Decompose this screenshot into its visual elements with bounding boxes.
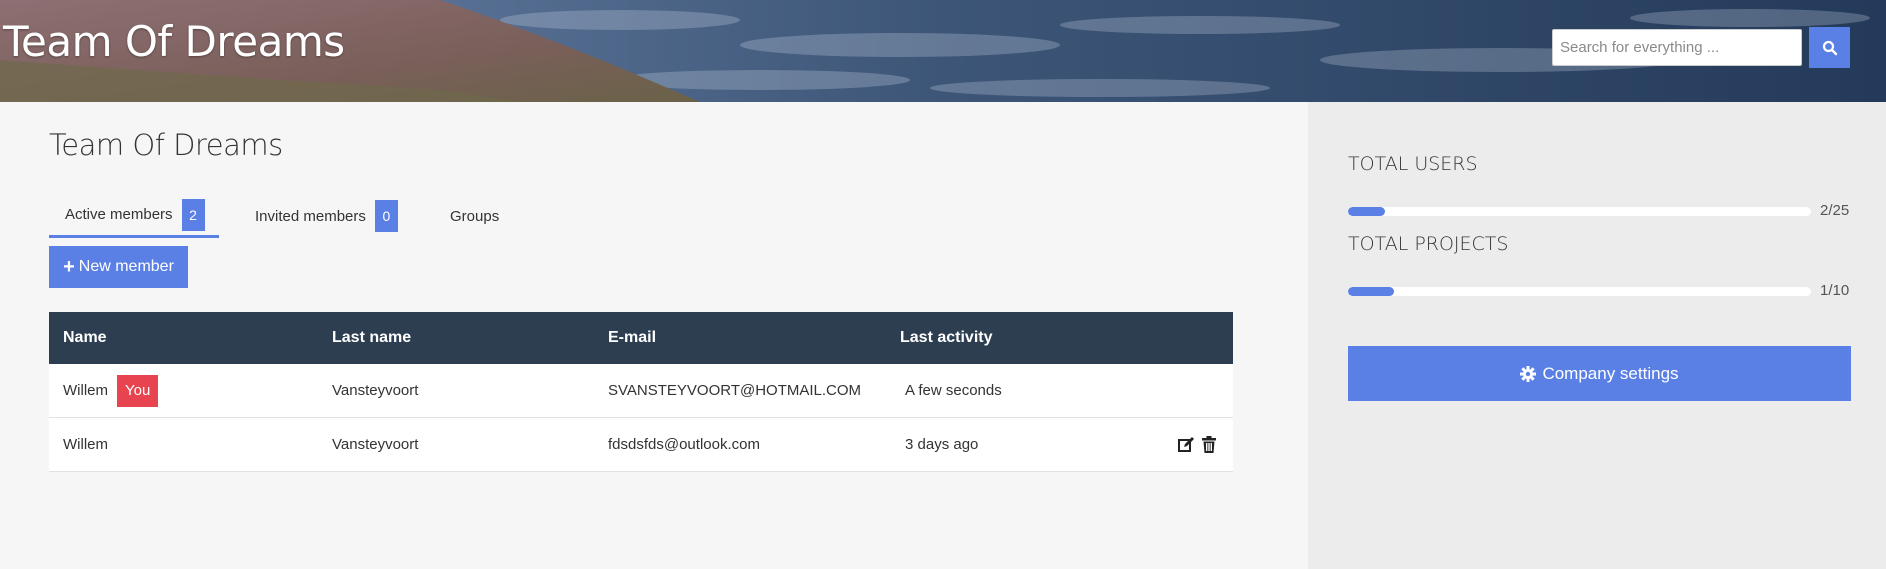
member-activity: A few seconds xyxy=(905,382,1002,399)
stats-sidebar: TOTAL USERS 2/25 TOTAL PROJECTS 1/10 Com… xyxy=(1308,102,1886,569)
main-content: Team Of Dreams Active members 2 Invited … xyxy=(0,102,1308,569)
header-last-name[interactable]: Last name xyxy=(332,312,411,364)
count-badge: 2 xyxy=(181,198,205,231)
projects-count: 1/10 xyxy=(1820,282,1850,299)
tab-label: Groups xyxy=(450,207,500,225)
member-last-name: Vansteyvoort xyxy=(332,436,419,453)
company-settings-label: Company settings xyxy=(1542,363,1679,383)
gear-icon xyxy=(1520,365,1537,382)
header-email[interactable]: E-mail xyxy=(608,312,656,364)
member-name: Willem xyxy=(63,382,108,399)
users-progress-bar xyxy=(1348,207,1811,216)
member-tabs: Active members 2 Invited members 0 Group… xyxy=(49,194,1229,238)
total-projects-title: TOTAL PROJECTS xyxy=(1348,233,1509,255)
member-email: SVANSTEYVOORT@HOTMAIL.COM xyxy=(608,382,862,399)
search-input[interactable] xyxy=(1552,29,1802,66)
header-name[interactable]: Name xyxy=(63,312,107,364)
app-title: Team Of Dreams xyxy=(3,17,345,66)
member-email: fdsdsfds@outlook.com xyxy=(608,436,760,453)
member-last-name: Vansteyvoort xyxy=(332,382,419,399)
member-name: Willem xyxy=(63,436,108,453)
total-users-title: TOTAL USERS xyxy=(1348,153,1478,175)
search-button[interactable] xyxy=(1809,27,1850,68)
search-bar xyxy=(1552,27,1850,68)
table-row: Willem Vansteyvoort fdsdsfds@outlook.com… xyxy=(49,418,1233,472)
company-settings-button[interactable]: Company settings xyxy=(1348,346,1851,401)
tab-invited-members[interactable]: Invited members 0 xyxy=(255,194,398,238)
tab-label: Active members xyxy=(65,206,173,223)
users-progress-fill xyxy=(1348,207,1386,216)
projects-progress-fill xyxy=(1348,287,1395,296)
projects-progress-bar xyxy=(1348,287,1811,296)
tab-active-members[interactable]: Active members 2 xyxy=(49,194,219,238)
member-activity: 3 days ago xyxy=(905,436,979,453)
edit-icon[interactable] xyxy=(1177,436,1195,454)
table-header: Name Last name E-mail Last activity xyxy=(49,312,1233,364)
you-badge: You xyxy=(117,374,159,407)
tab-label: Invited members xyxy=(255,207,366,225)
new-member-label: New member xyxy=(78,258,174,275)
new-member-button[interactable]: + New member xyxy=(49,246,188,288)
count-badge: 0 xyxy=(374,200,398,232)
name-cell: Willem You xyxy=(63,364,159,417)
table-row: Willem You Vansteyvoort SVANSTEYVOORT@HO… xyxy=(49,364,1233,418)
header-last-activity[interactable]: Last activity xyxy=(900,312,992,364)
header-banner: Team Of Dreams xyxy=(0,0,1886,102)
trash-icon[interactable] xyxy=(1201,435,1219,454)
plus-icon: + xyxy=(63,256,75,278)
members-table: Name Last name E-mail Last activity Will… xyxy=(49,312,1233,472)
page-title: Team Of Dreams xyxy=(49,128,283,162)
users-count: 2/25 xyxy=(1820,202,1850,219)
tab-groups[interactable]: Groups xyxy=(450,194,499,238)
search-icon xyxy=(1822,40,1837,55)
row-actions xyxy=(1177,418,1219,471)
